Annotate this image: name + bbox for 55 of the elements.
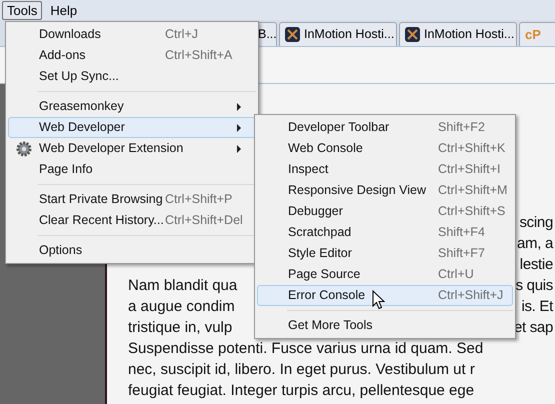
menu-item[interactable]: Web Developer xyxy=(8,117,256,138)
menu-item[interactable]: Downloads Ctrl+J xyxy=(8,24,256,45)
menu-item[interactable]: Options xyxy=(8,240,256,261)
page-text: scing xyxy=(519,213,554,233)
keyboard-shortcut: Shift+F7 xyxy=(438,245,485,262)
menu-item[interactable]: Add-ons Ctrl+Shift+A xyxy=(8,45,256,66)
mouse-cursor-icon xyxy=(372,290,385,310)
keyboard-shortcut: Ctrl+Shift+I xyxy=(438,161,501,178)
menu-item[interactable]: Page Source Ctrl+U xyxy=(257,264,513,285)
menu-item[interactable]: Responsive Design View Ctrl+Shift+M xyxy=(257,180,513,201)
page-text: tristique in, vulp xyxy=(128,318,232,338)
menu-item[interactable]: Clear Recent History...Ctrl+Shift+Del xyxy=(8,210,256,231)
menu-item[interactable]: Style Editor Shift+F7 xyxy=(257,243,513,264)
page-text: nec, suscipit id, libero. In eget purus. Vestibulum ut r xyxy=(128,360,475,380)
keyboard-shortcut: Ctrl+Shift+M xyxy=(438,182,508,200)
page-text: lestie xyxy=(520,255,554,275)
page-text: am, a xyxy=(516,234,554,254)
menu-item[interactable]: Error Console Ctrl+Shift+J xyxy=(257,285,513,306)
page-text: is. Et xyxy=(521,297,554,317)
site-logo-icon xyxy=(405,27,420,42)
keyboard-shortcut: Ctrl+Shift+A xyxy=(165,47,232,64)
page-text: Nam blandit qua xyxy=(128,276,238,296)
menu-bar-item[interactable]: Tools xyxy=(2,0,42,20)
menu-item[interactable]: Get More Tools xyxy=(257,315,513,336)
menu-bar-item[interactable]: Help xyxy=(44,0,84,20)
menu-item[interactable]: Scratchpad Shift+F4 xyxy=(257,222,513,243)
menu-item[interactable]: Greasemonkey xyxy=(8,96,256,117)
keyboard-shortcut: Ctrl+Shift+Del xyxy=(165,212,243,230)
menu-item[interactable]: Web Console Ctrl+Shift+K xyxy=(257,138,513,159)
keyboard-shortcut: Ctrl+Shift+J xyxy=(438,287,504,304)
keyboard-shortcut: Ctrl+Shift+K xyxy=(438,140,506,158)
browser-tab[interactable]: InMotion Hosti... xyxy=(279,22,397,46)
page-text: a augue condim xyxy=(128,297,235,317)
submenu-arrow-icon xyxy=(237,103,241,111)
keyboard-shortcut: Ctrl+U xyxy=(438,266,474,284)
menu-item[interactable]: Page Info xyxy=(8,159,256,180)
page-text: feugiat feugiat. Integer turpis arcu, pellentesque ege xyxy=(128,381,474,401)
cpanel-logo: cP xyxy=(525,26,541,44)
keyboard-shortcut: Ctrl+Shift+S xyxy=(438,203,506,220)
menu-item[interactable]: Developer Toolbar Shift+F2 xyxy=(257,117,513,138)
keyboard-shortcut: Ctrl+J xyxy=(165,26,198,44)
submenu-arrow-icon xyxy=(237,145,241,153)
menu-item[interactable]: Inspect Ctrl+Shift+I xyxy=(257,159,513,180)
menu-item[interactable]: Debugger Ctrl+Shift+S xyxy=(257,201,513,222)
menu-item[interactable]: Web Developer Extension xyxy=(8,138,256,159)
submenu-arrow-icon xyxy=(237,124,241,132)
keyboard-shortcut: Shift+F2 xyxy=(438,119,485,136)
menu-item[interactable]: Set Up Sync... xyxy=(8,66,256,87)
browser-tab[interactable]: InMotion Hosti... xyxy=(399,22,517,46)
menu-item[interactable]: Start Private Browsing Ctrl+Shift+P xyxy=(8,189,256,210)
page-text: Suspendisse potenti. Fusce varius urna id quam. Sed xyxy=(128,339,484,359)
keyboard-shortcut: Shift+F4 xyxy=(438,224,485,242)
keyboard-shortcut: Ctrl+Shift+P xyxy=(165,191,232,208)
site-logo-icon xyxy=(285,27,300,42)
page-text: s quis xyxy=(516,276,554,296)
